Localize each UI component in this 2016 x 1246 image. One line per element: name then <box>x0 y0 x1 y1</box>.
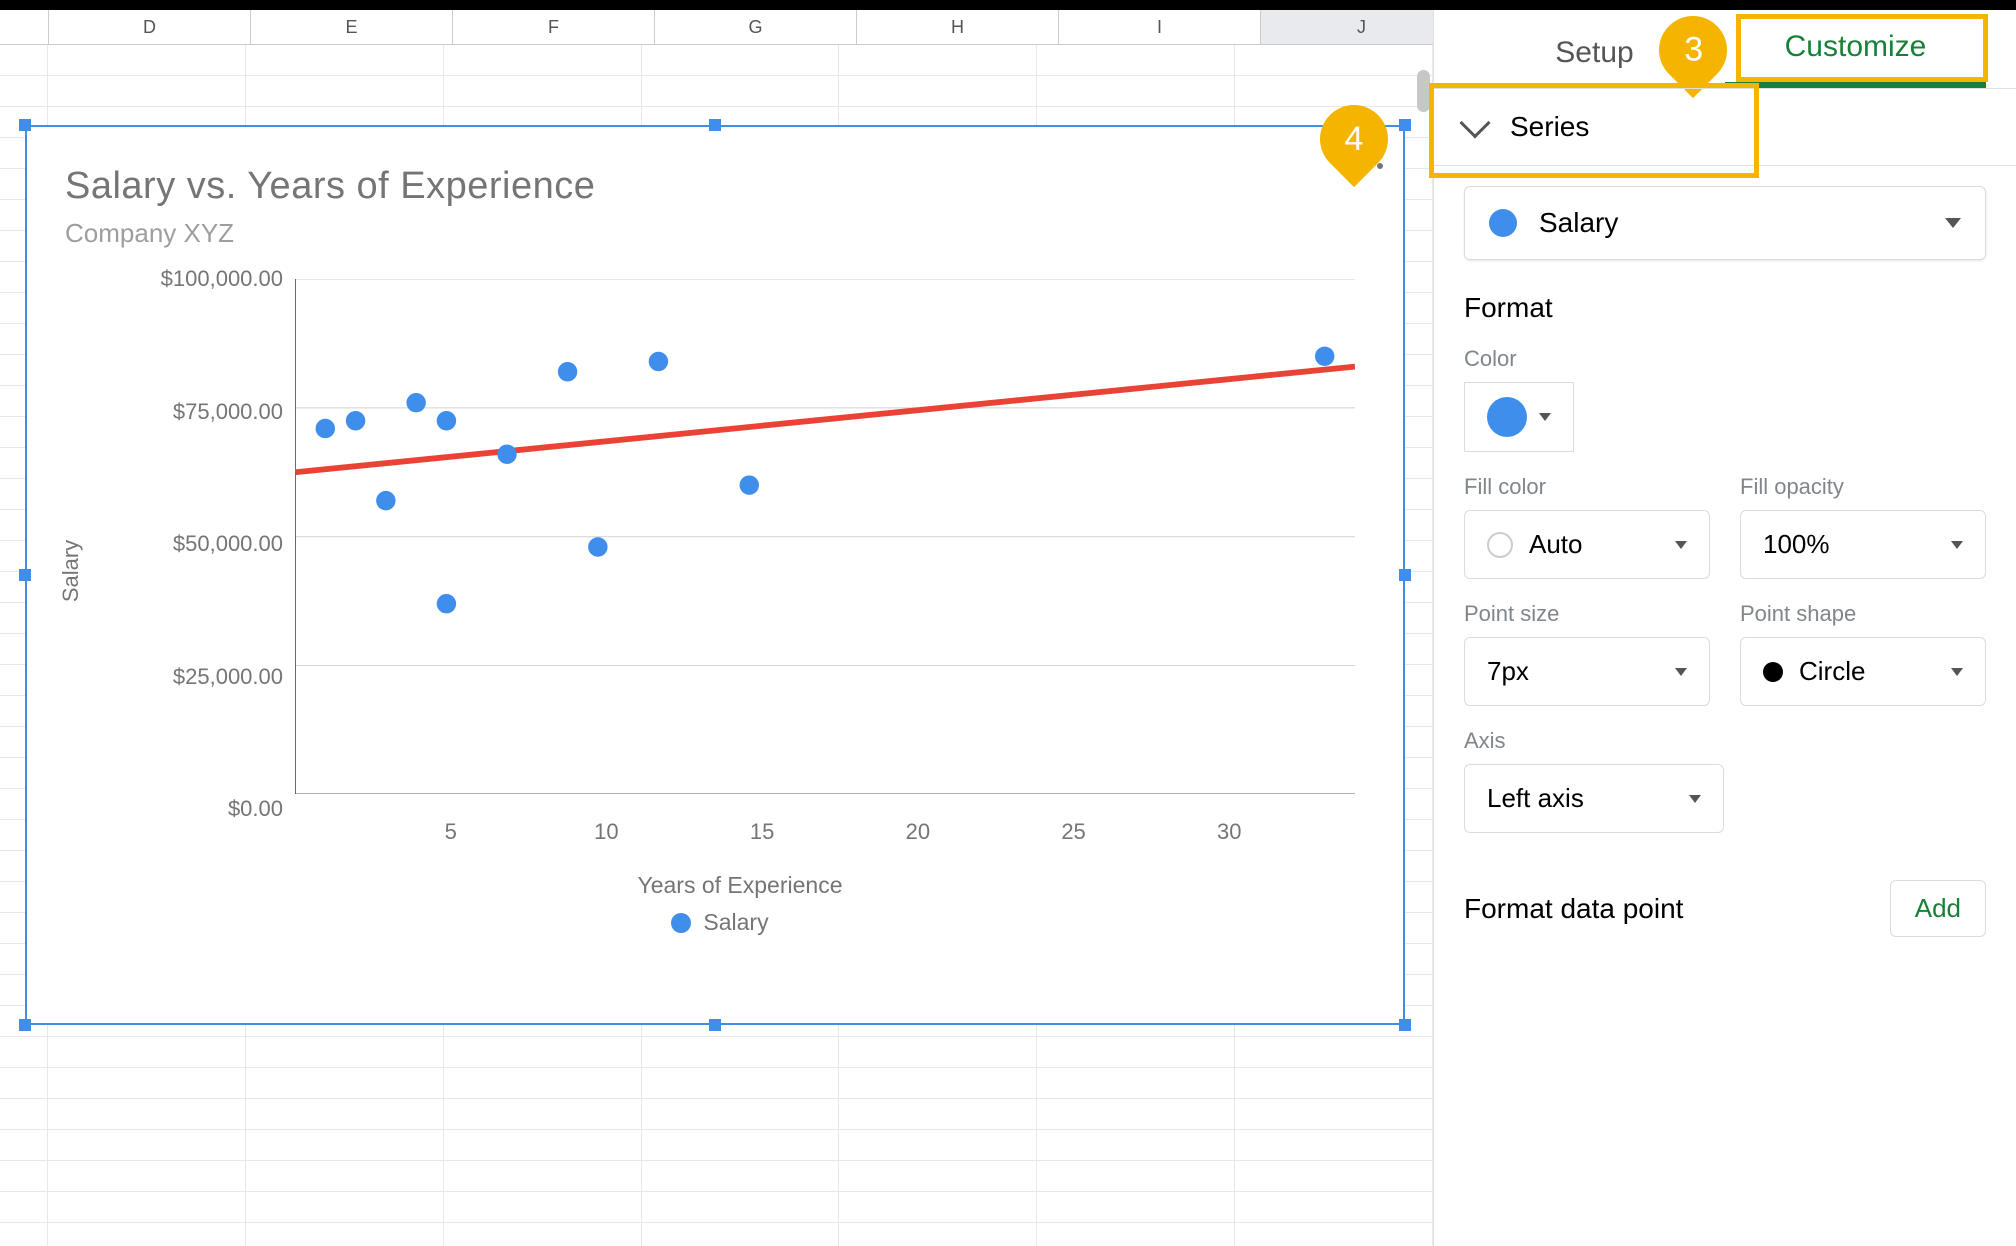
data-point <box>649 352 668 371</box>
chart-object[interactable]: Salary vs. Years of Experience Company X… <box>25 125 1405 1025</box>
point-shape-dropdown[interactable]: Circle <box>1740 637 1986 706</box>
data-point <box>740 475 759 494</box>
column-header[interactable]: G <box>655 10 857 44</box>
fill-color-dropdown[interactable]: Auto <box>1464 510 1710 579</box>
series-selector-value: Salary <box>1539 207 1618 239</box>
x-tick-label: 10 <box>594 819 618 845</box>
point-size-label: Point size <box>1464 601 1710 627</box>
data-point <box>1315 347 1334 366</box>
data-point <box>437 594 456 613</box>
format-data-point-label: Format data point <box>1464 893 1683 925</box>
caret-down-icon <box>1945 218 1961 228</box>
axis-dropdown[interactable]: Left axis <box>1464 764 1724 833</box>
column-header[interactable] <box>0 10 49 44</box>
caret-down-icon <box>1675 541 1687 549</box>
fill-opacity-dropdown[interactable]: 100% <box>1740 510 1986 579</box>
series-color-icon <box>1489 209 1517 237</box>
x-tick-label: 25 <box>1061 819 1085 845</box>
fill-opacity-value: 100% <box>1763 529 1830 560</box>
point-size-dropdown[interactable]: 7px <box>1464 637 1710 706</box>
column-header[interactable]: F <box>453 10 655 44</box>
caret-down-icon <box>1951 668 1963 676</box>
x-tick-label: 15 <box>750 819 774 845</box>
point-size-value: 7px <box>1487 656 1529 687</box>
point-shape-value: Circle <box>1799 656 1865 687</box>
data-point <box>558 362 577 381</box>
data-point <box>406 393 425 412</box>
chart-plot-area <box>295 279 1355 794</box>
caret-down-icon <box>1689 795 1701 803</box>
y-axis-label: Salary <box>58 540 84 602</box>
y-tick-label: $50,000.00 <box>173 531 283 557</box>
series-selector-dropdown[interactable]: Salary <box>1464 186 1986 260</box>
format-heading: Format <box>1464 292 1986 324</box>
caret-down-icon <box>1539 413 1551 421</box>
circle-shape-icon <box>1763 662 1783 682</box>
annotation-4-highlight <box>1429 83 1759 178</box>
caret-down-icon <box>1951 541 1963 549</box>
fill-opacity-label: Fill opacity <box>1740 474 1986 500</box>
column-header[interactable]: I <box>1059 10 1261 44</box>
column-header[interactable]: H <box>857 10 1059 44</box>
data-point <box>376 491 395 510</box>
point-shape-label: Point shape <box>1740 601 1986 627</box>
chart-subtitle: Company XYZ <box>65 218 1375 249</box>
fill-color-value: Auto <box>1529 529 1583 560</box>
column-header[interactable]: E <box>251 10 453 44</box>
annotation-3-highlight <box>1736 14 1988 82</box>
color-label: Color <box>1464 346 1986 372</box>
fill-color-label: Fill color <box>1464 474 1710 500</box>
caret-down-icon <box>1675 668 1687 676</box>
x-tick-label: 30 <box>1217 819 1241 845</box>
data-point <box>497 445 516 464</box>
series-color-picker[interactable] <box>1464 382 1574 452</box>
chart-title: Salary vs. Years of Experience <box>65 165 1375 208</box>
color-swatch-icon <box>1487 397 1527 437</box>
column-header[interactable]: D <box>49 10 251 44</box>
spreadsheet-area: DEFGHIJ Salary vs. Years of Experience C… <box>0 10 1434 1246</box>
y-tick-label: $100,000.00 <box>161 266 283 292</box>
x-axis-label: Years of Experience <box>637 872 842 899</box>
column-header[interactable]: J <box>1261 10 1434 44</box>
auto-color-icon <box>1487 532 1513 558</box>
data-point <box>588 537 607 556</box>
y-tick-label: $75,000.00 <box>173 399 283 425</box>
axis-label: Axis <box>1464 728 1986 754</box>
add-data-point-button[interactable]: Add <box>1890 880 1986 937</box>
y-tick-label: $0.00 <box>228 796 283 822</box>
x-tick-label: 20 <box>906 819 930 845</box>
axis-value: Left axis <box>1487 783 1584 814</box>
chart-editor-sidebar: Setup Customize 3 Series Salary Format C… <box>1434 10 2016 1246</box>
data-point <box>437 411 456 430</box>
y-tick-label: $25,000.00 <box>173 664 283 690</box>
x-tick-label: 5 <box>445 819 457 845</box>
data-point <box>316 419 335 438</box>
legend-marker-icon <box>671 913 691 933</box>
data-point <box>346 411 365 430</box>
legend-label: Salary <box>703 909 768 936</box>
annotation-4-badge: 4 <box>1306 91 1402 187</box>
editor-tabs: Setup Customize 3 <box>1434 10 2016 88</box>
